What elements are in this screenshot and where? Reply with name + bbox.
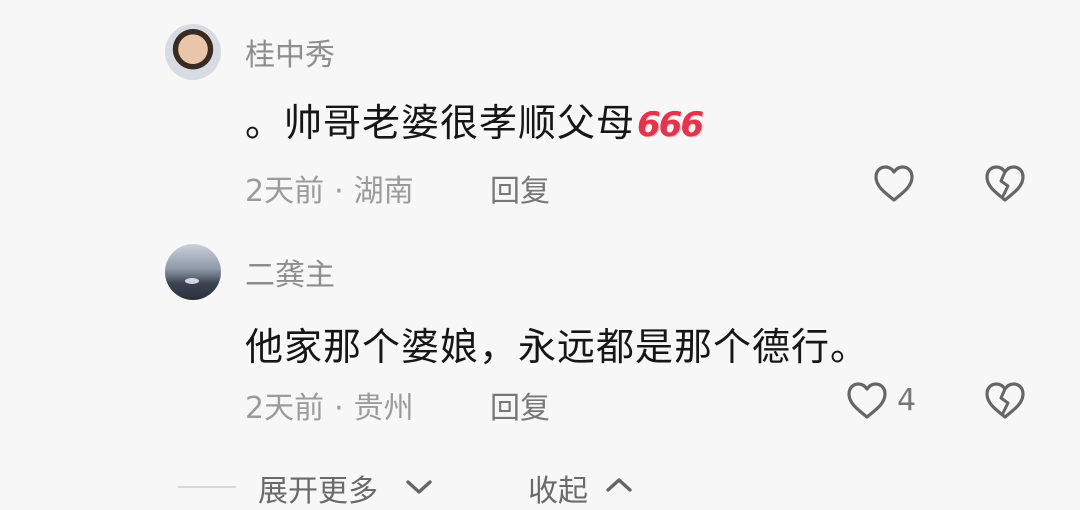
comment-author[interactable]: 桂中秀 xyxy=(245,30,335,74)
reply-button[interactable]: 回复 xyxy=(490,166,550,210)
user-avatar[interactable] xyxy=(165,244,221,300)
expand-more-button[interactable]: 展开更多 xyxy=(258,466,432,510)
comment-location: 湖南 xyxy=(353,174,414,209)
heart-outline-icon[interactable] xyxy=(872,162,916,206)
chevron-up-icon xyxy=(606,478,632,492)
chevron-down-icon xyxy=(406,480,432,494)
divider-line xyxy=(178,486,236,488)
like-count: 4 xyxy=(897,383,917,418)
comment-time: 2天前 xyxy=(245,391,325,426)
expand-more-label: 展开更多 xyxy=(258,474,378,509)
user-avatar[interactable] xyxy=(165,24,221,80)
comment-time: 2天前 xyxy=(245,174,325,209)
comment-item: 桂中秀 。帅哥老婆很孝顺父母666 2天前 · 湖南 回复 xyxy=(0,0,1080,220)
reply-button[interactable]: 回复 xyxy=(490,383,550,427)
comment-item: 二龚主 他家那个婆娘，永远都是那个德行。 2天前 · 贵州 回复 4 xyxy=(0,220,1080,440)
comment-meta: 2天前 · 贵州 xyxy=(245,383,414,427)
collapse-button[interactable]: 收起 xyxy=(528,466,632,510)
emoji-666: 666 xyxy=(637,105,704,145)
comment-location: 贵州 xyxy=(353,391,414,426)
comment-text: 他家那个婆娘，永远都是那个德行。 xyxy=(245,325,870,369)
collapse-label: 收起 xyxy=(528,474,588,509)
comment-text: 。帅哥老婆很孝顺父母666 xyxy=(245,92,704,147)
broken-heart-icon[interactable] xyxy=(983,379,1027,423)
broken-heart-icon[interactable] xyxy=(983,162,1027,206)
comment-meta: 2天前 · 湖南 xyxy=(245,166,414,210)
meta-separator: · xyxy=(334,391,344,426)
meta-separator: · xyxy=(334,174,344,209)
heart-outline-icon[interactable] xyxy=(845,379,889,423)
comment-text-body: 。帅哥老婆很孝顺父母 xyxy=(245,101,636,145)
comment-author[interactable]: 二龚主 xyxy=(245,250,335,294)
